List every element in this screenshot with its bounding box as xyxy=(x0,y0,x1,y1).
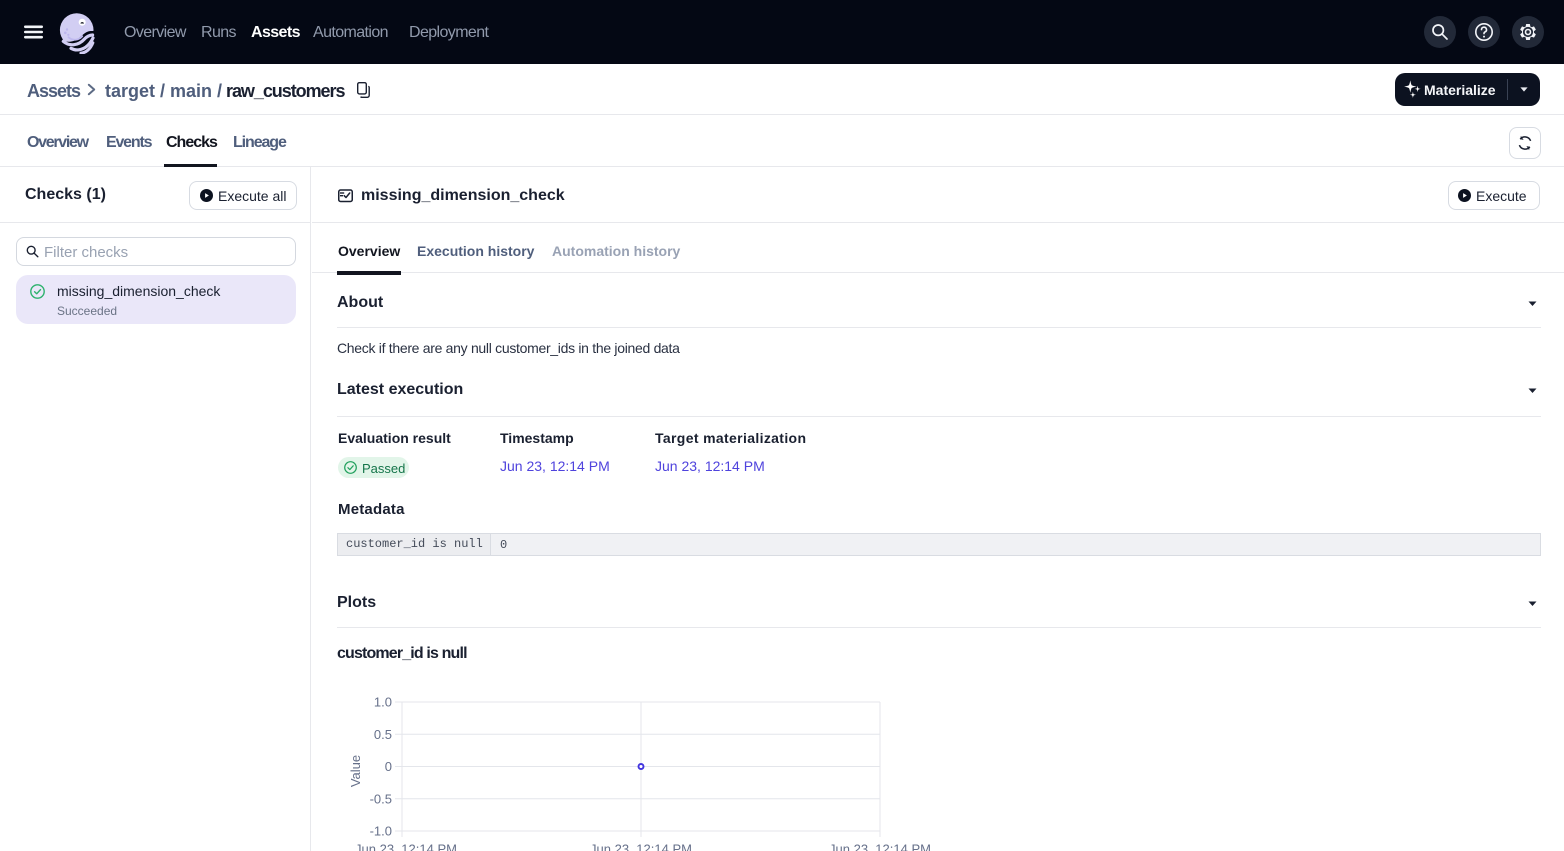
svg-text:1.0: 1.0 xyxy=(374,695,392,710)
svg-text:0: 0 xyxy=(385,759,392,774)
svg-text:-1.0: -1.0 xyxy=(370,824,392,839)
svg-text:-0.5: -0.5 xyxy=(370,791,392,806)
svg-text:Jun 23, 12:14 PM: Jun 23, 12:14 PM xyxy=(355,841,457,851)
svg-text:Value: Value xyxy=(348,755,363,787)
svg-text:0.5: 0.5 xyxy=(374,727,392,742)
svg-text:Jun 23, 12:14 PM: Jun 23, 12:14 PM xyxy=(829,841,930,851)
svg-text:Jun 23, 12:14 PM: Jun 23, 12:14 PM xyxy=(590,841,692,851)
